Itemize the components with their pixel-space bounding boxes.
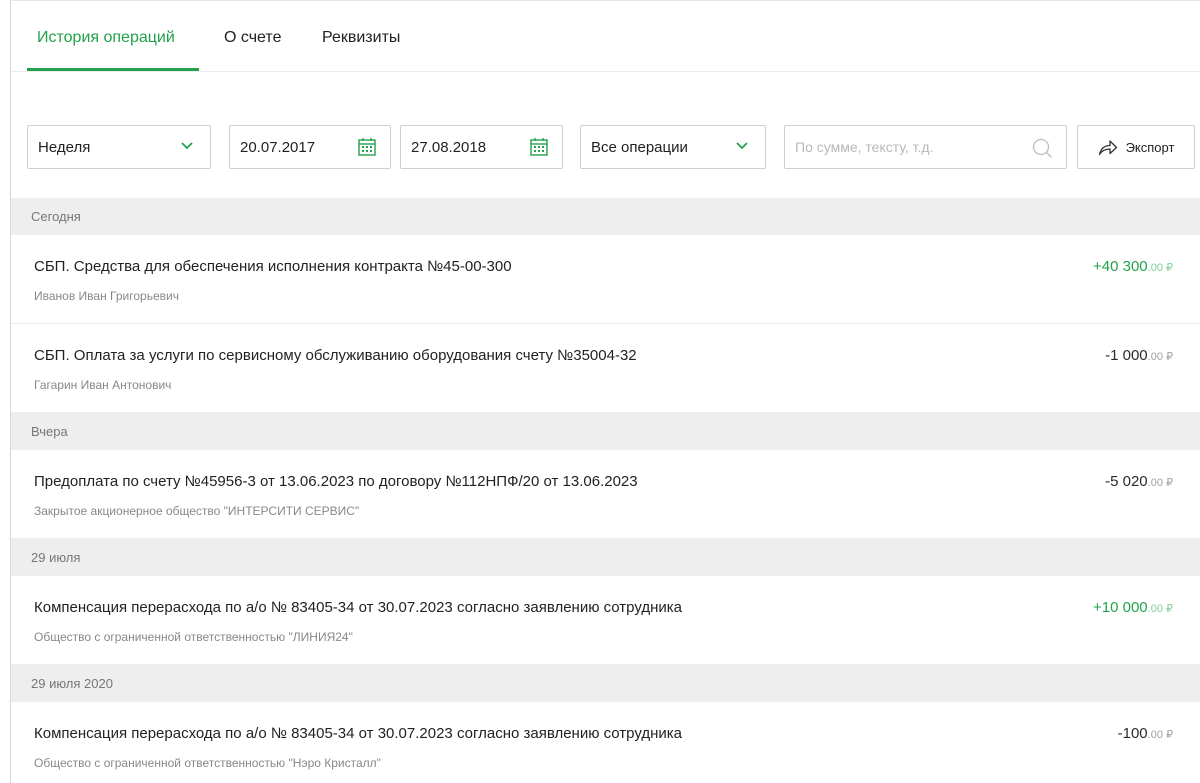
search-field[interactable] <box>784 125 1067 169</box>
group-header: Сегодня <box>11 198 1200 235</box>
operation-amount: +10 000.00 ₽ <box>1093 599 1173 616</box>
amount-decimal: .00 ₽ <box>1147 262 1173 274</box>
amount-decimal: .00 ₽ <box>1147 729 1173 741</box>
account-panel: История операций О счете Реквизиты Недел… <box>10 0 1200 783</box>
group-header: Вчера <box>11 413 1200 450</box>
operation-row[interactable]: СБП. Средства для обеспечения исполнения… <box>11 235 1200 324</box>
period-select-value: Неделя <box>38 138 91 156</box>
operation-counterparty: Иванов Иван Григорьевич <box>34 289 179 303</box>
amount-decimal: .00 ₽ <box>1147 603 1173 615</box>
tab-operations-history[interactable]: История операций <box>37 29 175 47</box>
tab-requisites[interactable]: Реквизиты <box>322 29 400 47</box>
date-to-value: 27.08.2018 <box>411 138 487 156</box>
operation-title: Предоплата по счету №45956-3 от 13.06.20… <box>34 473 638 490</box>
operation-amount: +40 300.00 ₽ <box>1093 258 1173 275</box>
tab-about-account[interactable]: О счете <box>224 29 281 47</box>
date-from-value: 20.07.2017 <box>240 138 316 156</box>
operation-row[interactable]: Компенсация перерасхода по а/о № 83405-3… <box>11 702 1200 783</box>
operations-list: Сегодня СБП. Средства для обеспечения ис… <box>11 198 1200 783</box>
operation-title: Компенсация перерасхода по а/о № 83405-3… <box>34 725 683 742</box>
operation-title: Компенсация перерасхода по а/о № 83405-3… <box>34 599 683 616</box>
amount-decimal: .00 ₽ <box>1147 351 1173 363</box>
operation-row[interactable]: СБП. Оплата за услуги по сервисному обсл… <box>11 324 1200 413</box>
amount-integer: +10 000 <box>1093 599 1148 616</box>
date-from-field[interactable]: 20.07.2017 <box>229 125 391 169</box>
operation-title: СБП. Оплата за услуги по сервисному обсл… <box>34 347 637 364</box>
search-icon[interactable] <box>1031 137 1053 159</box>
search-input[interactable] <box>785 126 1066 168</box>
operation-amount: -1 000.00 ₽ <box>1105 347 1173 364</box>
filter-bar: Неделя 20.07.2017 27.08.2018 Все операци… <box>11 125 1200 169</box>
operation-row[interactable]: Компенсация перерасхода по а/о № 83405-3… <box>11 576 1200 665</box>
operation-title: СБП. Средства для обеспечения исполнения… <box>34 258 512 275</box>
tab-bar: История операций О счете Реквизиты <box>11 1 1200 72</box>
calendar-icon[interactable] <box>529 137 549 157</box>
chevron-down-icon <box>736 142 748 150</box>
active-tab-indicator <box>27 68 199 71</box>
date-to-field[interactable]: 27.08.2018 <box>400 125 563 169</box>
amount-decimal: .00 ₽ <box>1147 477 1173 489</box>
operation-type-select[interactable]: Все операции <box>580 125 766 169</box>
operation-counterparty: Гагарин Иван Антонович <box>34 378 172 392</box>
operation-counterparty: Общество с ограниченной ответственностью… <box>34 630 353 644</box>
export-button[interactable]: Экспорт <box>1077 125 1195 169</box>
share-arrow-icon <box>1098 140 1117 156</box>
amount-integer: -1 000 <box>1105 347 1148 364</box>
amount-integer: -100 <box>1117 725 1148 742</box>
period-select[interactable]: Неделя <box>27 125 211 169</box>
operation-amount: -5 020.00 ₽ <box>1105 473 1173 490</box>
operation-row[interactable]: Предоплата по счету №45956-3 от 13.06.20… <box>11 450 1200 539</box>
operation-type-value: Все операции <box>591 138 688 156</box>
operation-amount: -100.00 ₽ <box>1118 725 1173 742</box>
operation-counterparty: Общество с ограниченной ответственностью… <box>34 756 381 770</box>
calendar-icon[interactable] <box>357 137 377 157</box>
operation-counterparty: Закрытое акционерное общество "ИНТЕРСИТИ… <box>34 504 360 518</box>
group-header: 29 июля <box>11 539 1200 576</box>
chevron-down-icon <box>181 142 193 150</box>
amount-integer: +40 300 <box>1093 258 1148 275</box>
group-header: 29 июля 2020 <box>11 665 1200 702</box>
amount-integer: -5 020 <box>1105 473 1148 490</box>
export-label: Экспорт <box>1125 139 1175 155</box>
